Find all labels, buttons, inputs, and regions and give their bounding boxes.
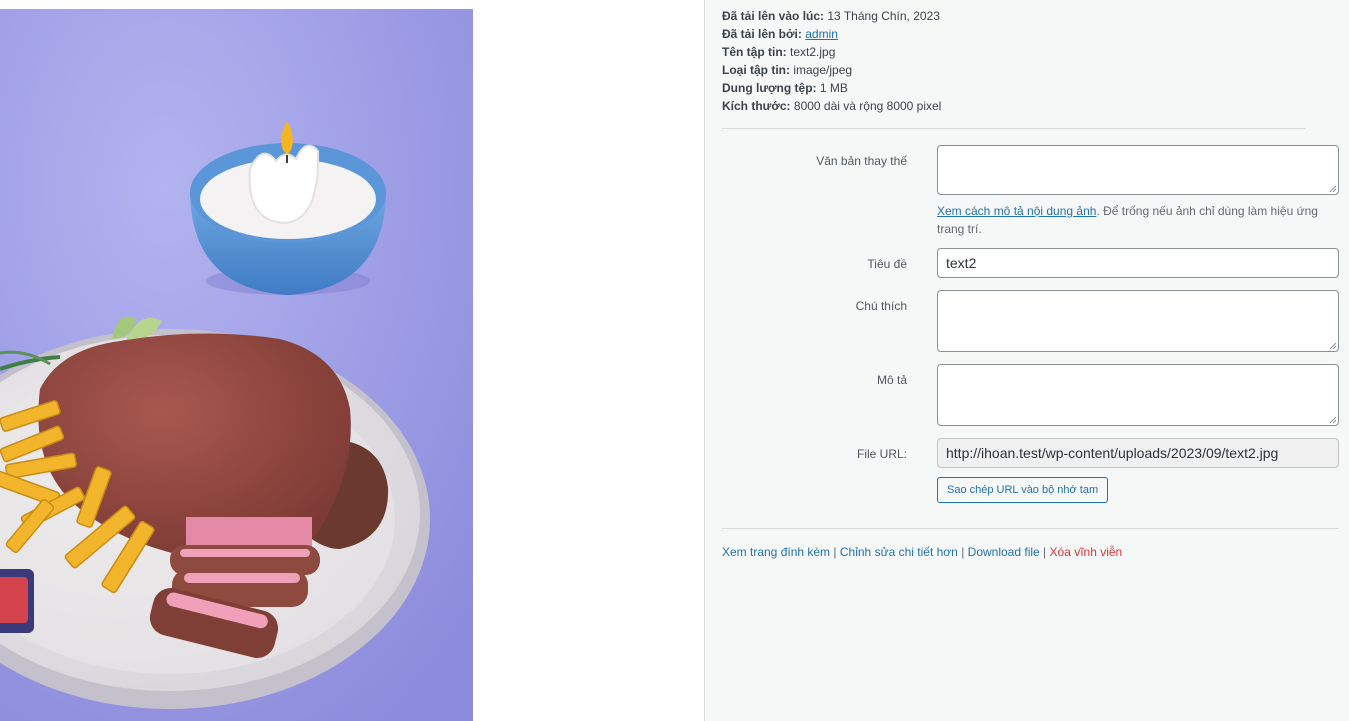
meta-filesize: Dung lượng tệp: 1 MB: [722, 79, 941, 97]
alt-text-field[interactable]: [937, 145, 1339, 195]
meta-dimensions: Kích thước: 8000 dài và rộng 8000 pixel: [722, 97, 941, 115]
description-field[interactable]: [937, 364, 1339, 426]
title-value: text2: [946, 255, 977, 271]
file-meta-info: Đã tải lên vào lúc: 13 Tháng Chín, 2023 …: [722, 7, 941, 115]
caption-field[interactable]: [937, 290, 1339, 352]
file-url-label: File URL:: [856, 447, 907, 461]
edit-details-link[interactable]: Chỉnh sửa chi tiết hơn: [840, 545, 958, 559]
attachment-details-panel: Đã tải lên vào lúc: 13 Tháng Chín, 2023 …: [704, 0, 1349, 721]
meta-label: Loại tập tin:: [722, 63, 790, 77]
copy-url-button[interactable]: Sao chép URL vào bộ nhớ tạm: [937, 477, 1109, 503]
description-label: Mô tả: [876, 373, 907, 387]
divider: [722, 128, 1305, 129]
file-url-field[interactable]: http://ihoan.test/wp-content/uploads/202…: [937, 438, 1339, 468]
resize-grip-icon[interactable]: [1329, 416, 1337, 424]
alt-text-help-link[interactable]: Xem cách mô tả nội dung ảnh: [937, 204, 1096, 218]
meta-label: Đã tải lên vào lúc:: [722, 9, 825, 23]
meta-filename: Tên tập tin: text2.jpg: [722, 43, 941, 61]
attachment-image-preview: [0, 9, 473, 721]
meta-uploaded-on: Đã tải lên vào lúc: 13 Tháng Chín, 2023: [722, 7, 941, 25]
meta-filetype: Loại tập tin: image/jpeg: [722, 61, 941, 79]
meta-label: Đã tải lên bởi:: [722, 27, 802, 41]
divider: [722, 528, 1339, 529]
delete-permanently-link[interactable]: Xóa vĩnh viễn: [1050, 545, 1123, 559]
meta-value: 13 Tháng Chín, 2023: [827, 9, 940, 23]
meta-label: Dung lượng tệp:: [722, 81, 817, 95]
resize-grip-icon[interactable]: [1329, 185, 1337, 193]
caption-label: Chú thích: [855, 299, 907, 313]
meta-value: text2.jpg: [790, 45, 836, 59]
download-file-link[interactable]: Download file: [968, 545, 1040, 559]
action-separator: |: [1043, 545, 1047, 559]
meta-value: 1 MB: [819, 81, 848, 95]
action-separator: |: [961, 545, 965, 559]
file-url-value: http://ihoan.test/wp-content/uploads/202…: [946, 445, 1279, 461]
attachment-actions: Xem trang đính kèm | Chỉnh sửa chi tiết …: [722, 545, 1122, 559]
resize-grip-icon[interactable]: [1329, 342, 1337, 350]
meta-value: 8000 dài và rộng 8000 pixel: [793, 99, 942, 113]
view-attachment-link[interactable]: Xem trang đính kèm: [722, 545, 830, 559]
title-field[interactable]: text2: [937, 248, 1339, 278]
title-label: Tiêu đề: [867, 257, 907, 271]
meta-value: image/jpeg: [793, 63, 853, 77]
alt-text-label: Văn bản thay thế: [816, 154, 907, 168]
meta-label: Kích thước:: [722, 99, 791, 113]
uploader-link[interactable]: admin: [805, 27, 838, 41]
meta-uploaded-by: Đã tải lên bởi: admin: [722, 25, 941, 43]
alt-text-help: Xem cách mô tả nội dung ảnh. Để trống nế…: [937, 202, 1342, 238]
meta-label: Tên tập tin:: [722, 45, 787, 59]
action-separator: |: [833, 545, 837, 559]
